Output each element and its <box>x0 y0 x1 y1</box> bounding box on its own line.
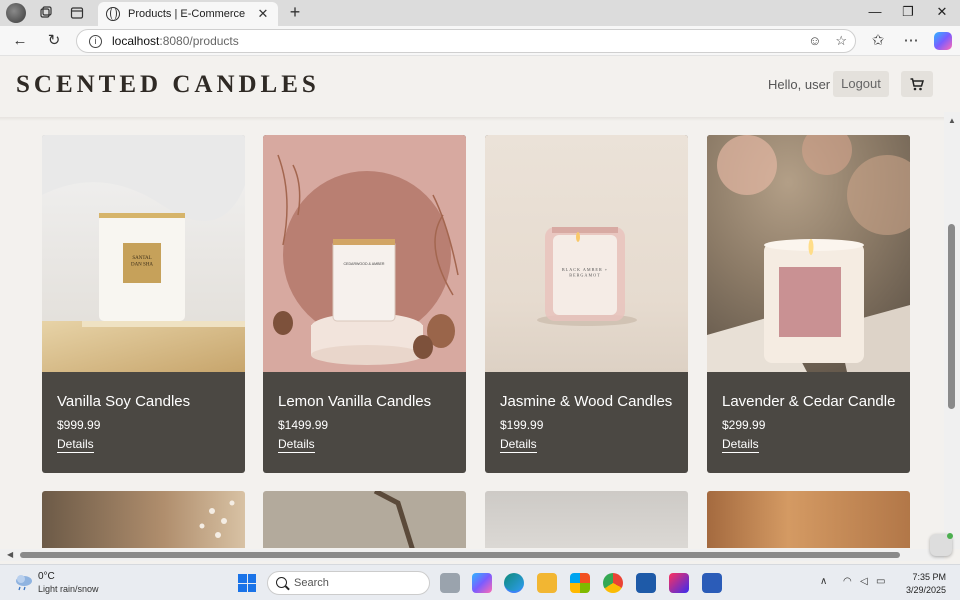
file-explorer-icon[interactable] <box>537 573 557 593</box>
battery-icon[interactable]: ▭ <box>876 576 885 587</box>
candle-label-text: SANTAL DAN SHA <box>131 256 153 268</box>
close-window-button[interactable]: ✕ <box>927 4 957 20</box>
cart-button[interactable] <box>901 71 933 97</box>
globe-icon <box>106 7 120 21</box>
details-link[interactable]: Details <box>57 437 94 453</box>
product-card[interactable]: BLACK AMBER + BERGAMOT Jasmine & Wood Can… <box>485 135 688 473</box>
favorites-icon[interactable]: ✩ <box>868 31 888 51</box>
copilot-icon[interactable] <box>934 32 952 50</box>
page-content: SCENTED CANDLES Hello, user Logout SANTA… <box>0 57 944 548</box>
clock-date: 3/29/2025 <box>905 585 946 595</box>
search-placeholder: Search <box>294 577 329 589</box>
product-image[interactable] <box>42 491 245 548</box>
taskbar-search[interactable]: Search <box>267 571 430 595</box>
reload-icon[interactable]: ↻ <box>44 31 64 51</box>
new-tab-button[interactable]: + <box>285 2 305 23</box>
minimize-button[interactable]: — <box>860 4 890 19</box>
weather-icon[interactable] <box>14 573 34 591</box>
scroll-thumb[interactable] <box>20 552 900 558</box>
feedback-icon[interactable] <box>930 533 953 556</box>
reader-mode-icon[interactable]: ☺ <box>808 33 821 49</box>
store-icon[interactable] <box>570 573 590 593</box>
site-info-icon[interactable]: i <box>89 34 102 48</box>
word-icon[interactable] <box>702 573 722 593</box>
url-path: :8080/products <box>159 34 239 48</box>
weather-condition: Light rain/snow <box>38 584 99 594</box>
clock-time: 7:35 PM <box>912 572 946 582</box>
product-price: $199.99 <box>500 418 544 432</box>
product-image[interactable] <box>707 135 910 372</box>
details-link[interactable]: Details <box>500 437 537 453</box>
product-card[interactable]: CEDARWOOD & AMBER Lemon Vanilla Candles … <box>263 135 466 473</box>
weather-temperature: 0°C <box>38 571 55 582</box>
chrome-icon[interactable] <box>603 573 623 593</box>
copilot-app-icon[interactable] <box>472 573 492 593</box>
tab-actions-icon[interactable] <box>67 3 87 23</box>
intellij-icon[interactable] <box>669 573 689 593</box>
browser-toolbar: ← ↻ i localhost:8080/products ☺ ☆ ✩ ⋯ <box>0 26 960 56</box>
back-icon[interactable]: ← <box>10 31 30 51</box>
product-image[interactable] <box>485 491 688 548</box>
tray-chevron-icon[interactable]: ∧ <box>820 576 827 587</box>
tab-title: Products | E-Commerce <box>128 8 246 20</box>
product-price: $299.99 <box>722 418 766 432</box>
product-name: Lavender & Cedar Candle <box>722 393 896 410</box>
address-bar[interactable]: i localhost:8080/products ☺ ☆ <box>76 29 856 53</box>
vertical-scrollbar[interactable]: ▲ <box>944 112 960 549</box>
scroll-up-icon[interactable]: ▲ <box>948 116 956 125</box>
horizontal-scrollbar[interactable]: ◀ <box>0 549 944 561</box>
product-price: $1499.99 <box>278 418 329 432</box>
product-image[interactable]: CEDARWOOD & AMBER <box>263 135 466 372</box>
product-image[interactable] <box>707 491 910 548</box>
start-icon[interactable] <box>238 574 256 592</box>
product-card[interactable]: Lavender & Cedar Candle $299.99 Details <box>707 135 910 473</box>
product-card[interactable]: SANTAL DAN SHA Vanilla Soy Candles $999.9… <box>42 135 245 473</box>
workspaces-icon[interactable] <box>36 3 56 23</box>
browser-tab-bar: Products | E-Commerce ✕ + — ❐ ✕ <box>0 0 960 26</box>
product-name: Jasmine & Wood Candles <box>500 393 673 410</box>
favorite-star-icon[interactable]: ☆ <box>835 33 847 49</box>
profile-avatar[interactable] <box>6 3 26 23</box>
edge-icon[interactable] <box>504 573 524 593</box>
product-image[interactable] <box>263 491 466 548</box>
search-icon <box>276 577 287 588</box>
tab-products[interactable]: Products | E-Commerce ✕ <box>98 2 278 26</box>
user-greeting: Hello, user <box>768 77 831 92</box>
vscode-like-icon[interactable] <box>636 573 656 593</box>
taskbar: 0°C Light rain/snow Search ∧ ◠ ◁ ▭ 7:35 … <box>0 564 960 600</box>
tab-close-icon[interactable]: ✕ <box>256 6 270 22</box>
details-link[interactable]: Details <box>722 437 759 453</box>
candle-label-text: CEDARWOOD & AMBER <box>343 262 384 266</box>
scroll-left-icon[interactable]: ◀ <box>7 550 13 559</box>
product-name: Lemon Vanilla Candles <box>278 393 432 410</box>
product-image[interactable]: BLACK AMBER + BERGAMOT <box>485 135 688 372</box>
scroll-thumb[interactable] <box>948 224 955 409</box>
url-host: localhost <box>112 34 160 48</box>
wifi-icon[interactable]: ◠ <box>843 576 852 587</box>
product-image[interactable]: SANTAL DAN SHA <box>42 135 245 372</box>
restore-button[interactable]: ❐ <box>893 4 923 20</box>
logout-button[interactable]: Logout <box>833 71 889 97</box>
cart-icon <box>910 77 924 90</box>
product-name: Vanilla Soy Candles <box>57 393 191 410</box>
volume-icon[interactable]: ◁ <box>860 576 868 587</box>
more-menu-icon[interactable]: ⋯ <box>901 31 921 51</box>
system-clock[interactable]: 7:35 PM 3/29/2025 <box>902 571 946 597</box>
brand-logo[interactable]: SCENTED CANDLES <box>16 71 320 99</box>
task-view-icon[interactable] <box>440 573 460 593</box>
product-price: $999.99 <box>57 418 101 432</box>
header-divider <box>0 117 944 121</box>
details-link[interactable]: Details <box>278 437 315 453</box>
